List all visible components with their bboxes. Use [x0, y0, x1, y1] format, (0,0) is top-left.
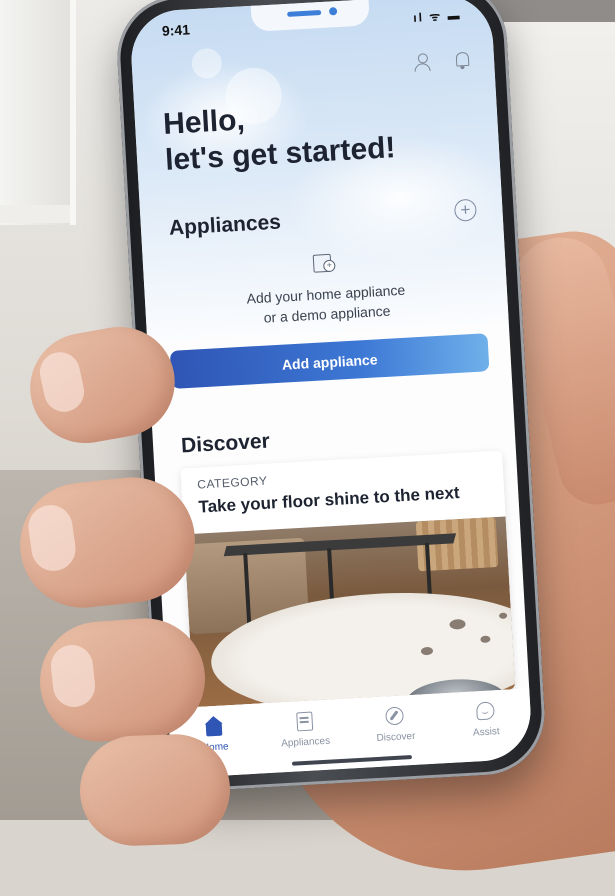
notch-camera: [328, 7, 338, 16]
add-appliance-button[interactable]: Add appliance: [169, 333, 490, 389]
tab-discover[interactable]: Discover: [359, 704, 431, 745]
discover-title: Discover: [180, 429, 271, 458]
status-signal-wifi-battery-icon: ıl ᯤ ▬: [412, 8, 462, 25]
profile-icon[interactable]: [412, 52, 433, 73]
appliance-icon: [294, 710, 315, 731]
discover-card[interactable]: CATEGORY Take your floor shine to the ne…: [180, 450, 516, 708]
tab-assist[interactable]: Assist: [450, 699, 522, 740]
chat-smile-icon: [475, 700, 496, 721]
greeting-title: Hello, let's get started!: [162, 94, 396, 179]
hand-finger: [78, 732, 232, 848]
notch-speaker: [287, 9, 322, 17]
card-category: CATEGORY: [196, 473, 268, 492]
notification-bell-icon[interactable]: [452, 50, 473, 71]
status-time: 9:41: [161, 21, 191, 39]
compass-icon: [384, 705, 405, 726]
home-icon: [204, 716, 225, 737]
tab-label: Discover: [376, 730, 416, 744]
card-photo-living-room: [184, 516, 516, 708]
tab-appliances[interactable]: Appliances: [269, 709, 341, 750]
tab-label: Appliances: [280, 735, 331, 750]
decorative-bubble: [191, 47, 223, 80]
home-indicator: [291, 755, 412, 766]
header-actions: [412, 50, 473, 73]
add-appliance-icon: [313, 252, 336, 273]
tab-label: Assist: [472, 726, 500, 739]
